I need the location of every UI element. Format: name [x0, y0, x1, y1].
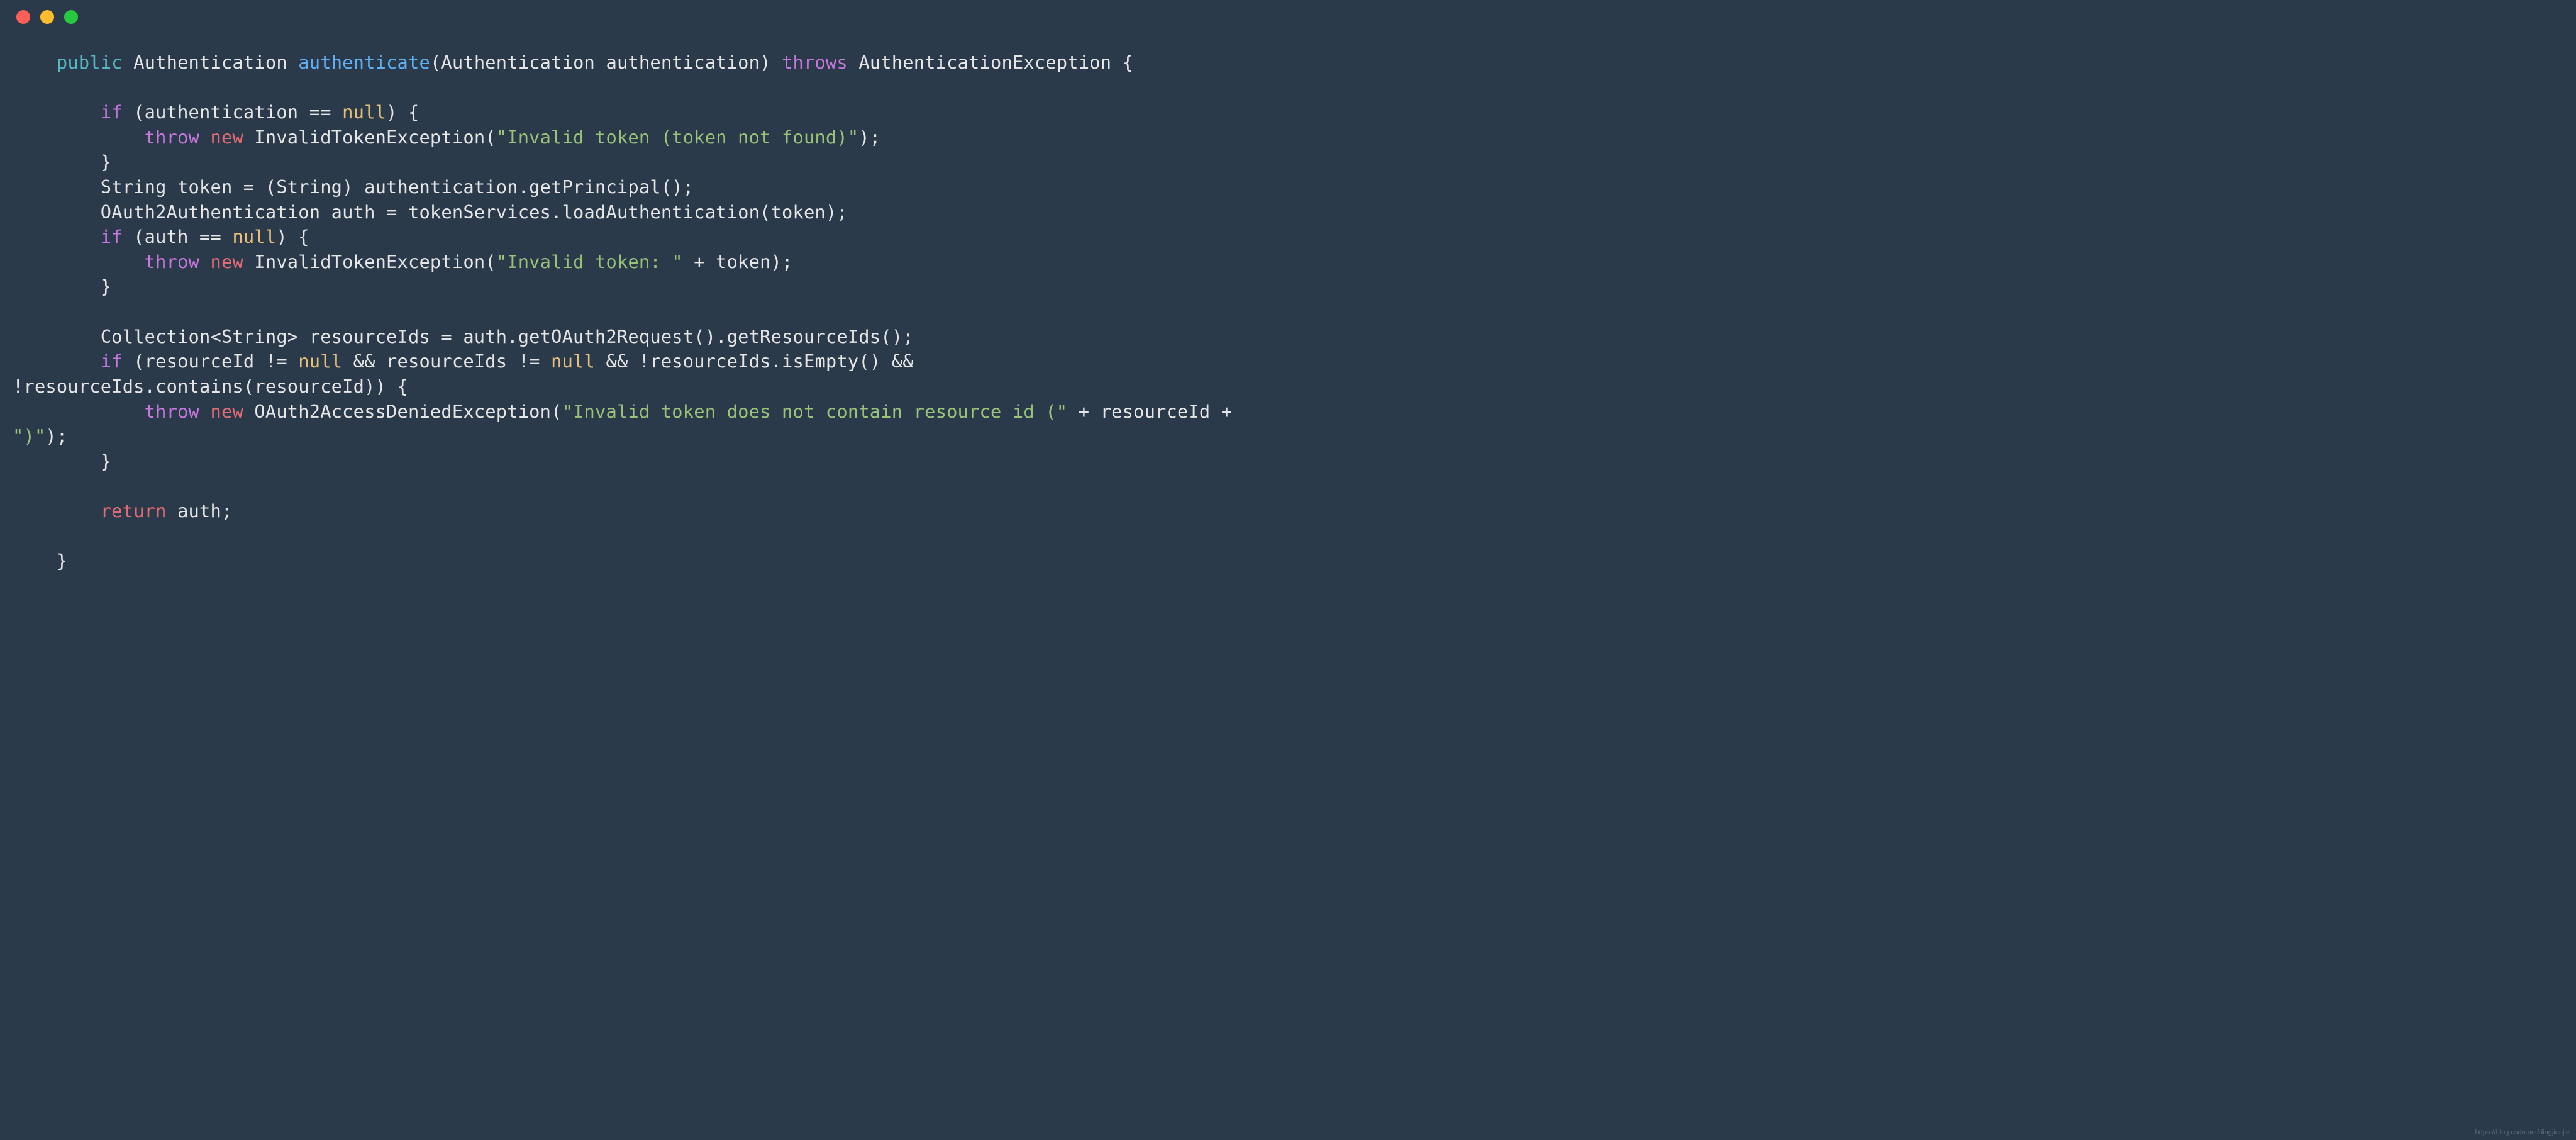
keyword-throw: throw — [145, 251, 199, 272]
code-line: ")"); — [13, 425, 67, 447]
keyword-new: new — [211, 251, 243, 272]
indent — [13, 151, 101, 172]
keyword-if: if — [101, 350, 123, 372]
close-icon[interactable] — [16, 10, 30, 24]
code-line: Collection<String> resourceIds = auth.ge… — [13, 326, 914, 347]
string-literal: "Invalid token does not contain resource… — [562, 401, 1068, 422]
text — [199, 126, 210, 148]
text: (Authentication authentication) — [430, 52, 782, 73]
text: !resourceIds.contains(resourceId)) { — [13, 376, 408, 397]
code-line: throw new InvalidTokenException("Invalid… — [13, 126, 880, 148]
text: } — [101, 450, 111, 472]
keyword-if: if — [101, 226, 123, 247]
text: OAuth2Authentication auth = tokenService… — [101, 201, 848, 223]
keyword-new: new — [211, 401, 243, 422]
code-line: public Authentication authenticate(Authe… — [13, 52, 1133, 73]
indent — [13, 251, 145, 272]
text — [199, 401, 210, 422]
code-line: if (authentication == null) { — [13, 101, 419, 123]
keyword-new: new — [211, 126, 243, 148]
indent — [13, 201, 101, 223]
indent — [13, 52, 57, 73]
titlebar — [0, 0, 2576, 34]
text: ) { — [386, 101, 419, 123]
indent — [13, 226, 101, 247]
text: && !resourceIds.isEmpty() && — [595, 350, 924, 372]
indent — [13, 550, 57, 571]
keyword-null: null — [232, 226, 276, 247]
minimize-icon[interactable] — [40, 10, 54, 24]
indent — [13, 326, 101, 347]
text: InvalidTokenException( — [243, 251, 496, 272]
indent — [13, 276, 101, 297]
keyword-null: null — [342, 101, 386, 123]
return-type: Authentication — [133, 52, 287, 73]
code-line: } — [13, 550, 67, 571]
keyword-null: null — [551, 350, 595, 372]
text: ); — [45, 425, 67, 447]
code-line: } — [13, 450, 111, 472]
text: auth; — [167, 500, 233, 522]
text — [287, 52, 298, 73]
text: } — [101, 276, 111, 297]
text: (resourceId != — [123, 350, 299, 372]
code-line: throw new OAuth2AccessDeniedException("I… — [13, 401, 1243, 422]
keyword-throw: throw — [145, 126, 199, 148]
indent — [13, 350, 101, 372]
text: && resourceIds != — [342, 350, 551, 372]
code-block: public Authentication authenticate(Authe… — [0, 34, 2576, 593]
text: (authentication == — [123, 101, 342, 123]
code-line: } — [13, 151, 111, 172]
keyword-return: return — [101, 500, 167, 522]
indent — [13, 450, 101, 472]
fn-name: authenticate — [298, 52, 430, 73]
code-line: return auth; — [13, 500, 232, 522]
code-line: if (resourceId != null && resourceIds !=… — [13, 350, 924, 372]
keyword-if: if — [101, 101, 123, 123]
text: String token = (String) authentication.g… — [101, 176, 694, 198]
editor-window: public Authentication authenticate(Authe… — [0, 0, 2576, 1140]
text: } — [57, 550, 67, 571]
text: AuthenticationException { — [848, 52, 1133, 73]
keyword-throws: throws — [782, 52, 848, 73]
indent — [13, 401, 145, 422]
code-line: } — [13, 276, 111, 297]
keyword-public: public — [57, 52, 123, 73]
text: OAuth2AccessDeniedException( — [243, 401, 562, 422]
text: Collection<String> resourceIds = auth.ge… — [101, 326, 914, 347]
string-literal: ")" — [13, 425, 45, 447]
text: + resourceId + — [1067, 401, 1243, 422]
string-literal: "Invalid token: " — [496, 251, 683, 272]
indent — [13, 126, 145, 148]
code-line: !resourceIds.contains(resourceId)) { — [13, 376, 408, 397]
code-line: String token = (String) authentication.g… — [13, 176, 694, 198]
watermark: https://blog.csdn.net/dingjianjie — [2475, 1129, 2570, 1136]
text — [123, 52, 133, 73]
keyword-null: null — [298, 350, 342, 372]
text: ) { — [276, 226, 309, 247]
string-literal: "Invalid token (token not found)" — [496, 126, 859, 148]
zoom-icon[interactable] — [64, 10, 78, 24]
indent — [13, 500, 101, 522]
code-line: OAuth2Authentication auth = tokenService… — [13, 201, 848, 223]
text: InvalidTokenException( — [243, 126, 496, 148]
code-line: throw new InvalidTokenException("Invalid… — [13, 251, 793, 272]
text: } — [101, 151, 111, 172]
text — [199, 251, 210, 272]
indent — [13, 176, 101, 198]
text: + token); — [683, 251, 793, 272]
indent — [13, 101, 101, 123]
text: (auth == — [123, 226, 233, 247]
text: ); — [858, 126, 880, 148]
code-line: if (auth == null) { — [13, 226, 309, 247]
keyword-throw: throw — [145, 401, 199, 422]
